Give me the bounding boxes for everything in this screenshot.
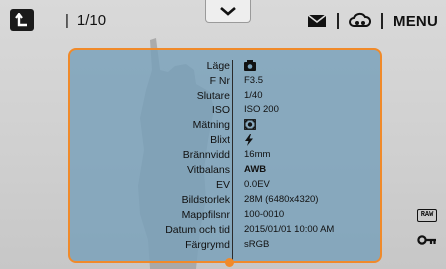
info-row-white-balance: Vitbalans AWB xyxy=(186,164,267,176)
cloud-share-icon[interactable] xyxy=(349,12,372,30)
info-row-folder-file: Mappfilsnr 100-0010 xyxy=(181,209,285,221)
back-arrow-icon xyxy=(15,13,27,27)
key-icon[interactable] xyxy=(417,234,437,246)
image-counter: | 1/10 xyxy=(65,12,107,29)
info-row-color-space: Färgrymd sRGB xyxy=(185,239,270,251)
camera-mode-icon xyxy=(244,60,256,75)
toolbar-separator xyxy=(381,13,384,29)
info-row-shutter: Slutare 1/40 xyxy=(196,90,263,102)
chevron-down-icon xyxy=(220,7,236,16)
back-button[interactable] xyxy=(10,9,34,31)
toolbar-separator xyxy=(337,13,340,29)
info-row-ev: EV 0.0EV xyxy=(215,179,270,191)
info-row-metering: Mätning xyxy=(70,119,380,131)
info-row-flash: Blixt xyxy=(70,134,380,146)
scroll-indicator[interactable] xyxy=(225,258,234,267)
raw-badge-icon: RAW xyxy=(417,209,437,222)
envelope-icon[interactable] xyxy=(307,14,327,28)
photo-info-panel[interactable]: Läge F Nr F3.5 Slutare 1/40 ISO ISO 200 … xyxy=(68,48,382,263)
top-toolbar: | 1/10 MENU xyxy=(0,0,446,42)
info-row-fnumber: F Nr F3.5 xyxy=(209,75,264,87)
expand-toggle-button[interactable] xyxy=(205,0,251,23)
flash-icon xyxy=(244,134,254,150)
menu-button[interactable]: MENU xyxy=(393,13,438,30)
metering-icon xyxy=(244,119,256,134)
info-row-iso: ISO ISO 200 xyxy=(211,104,279,116)
right-toolbar: MENU xyxy=(307,9,438,33)
info-row-mode: Läge xyxy=(70,60,380,72)
info-row-image-size: Bildstorlek 28M (6480x4320) xyxy=(181,194,319,206)
info-row-date-time: Datum och tid 2015/01/01 10:00 AM xyxy=(165,224,335,236)
info-row-focal-length: Brännvidd 16mm xyxy=(182,149,271,161)
